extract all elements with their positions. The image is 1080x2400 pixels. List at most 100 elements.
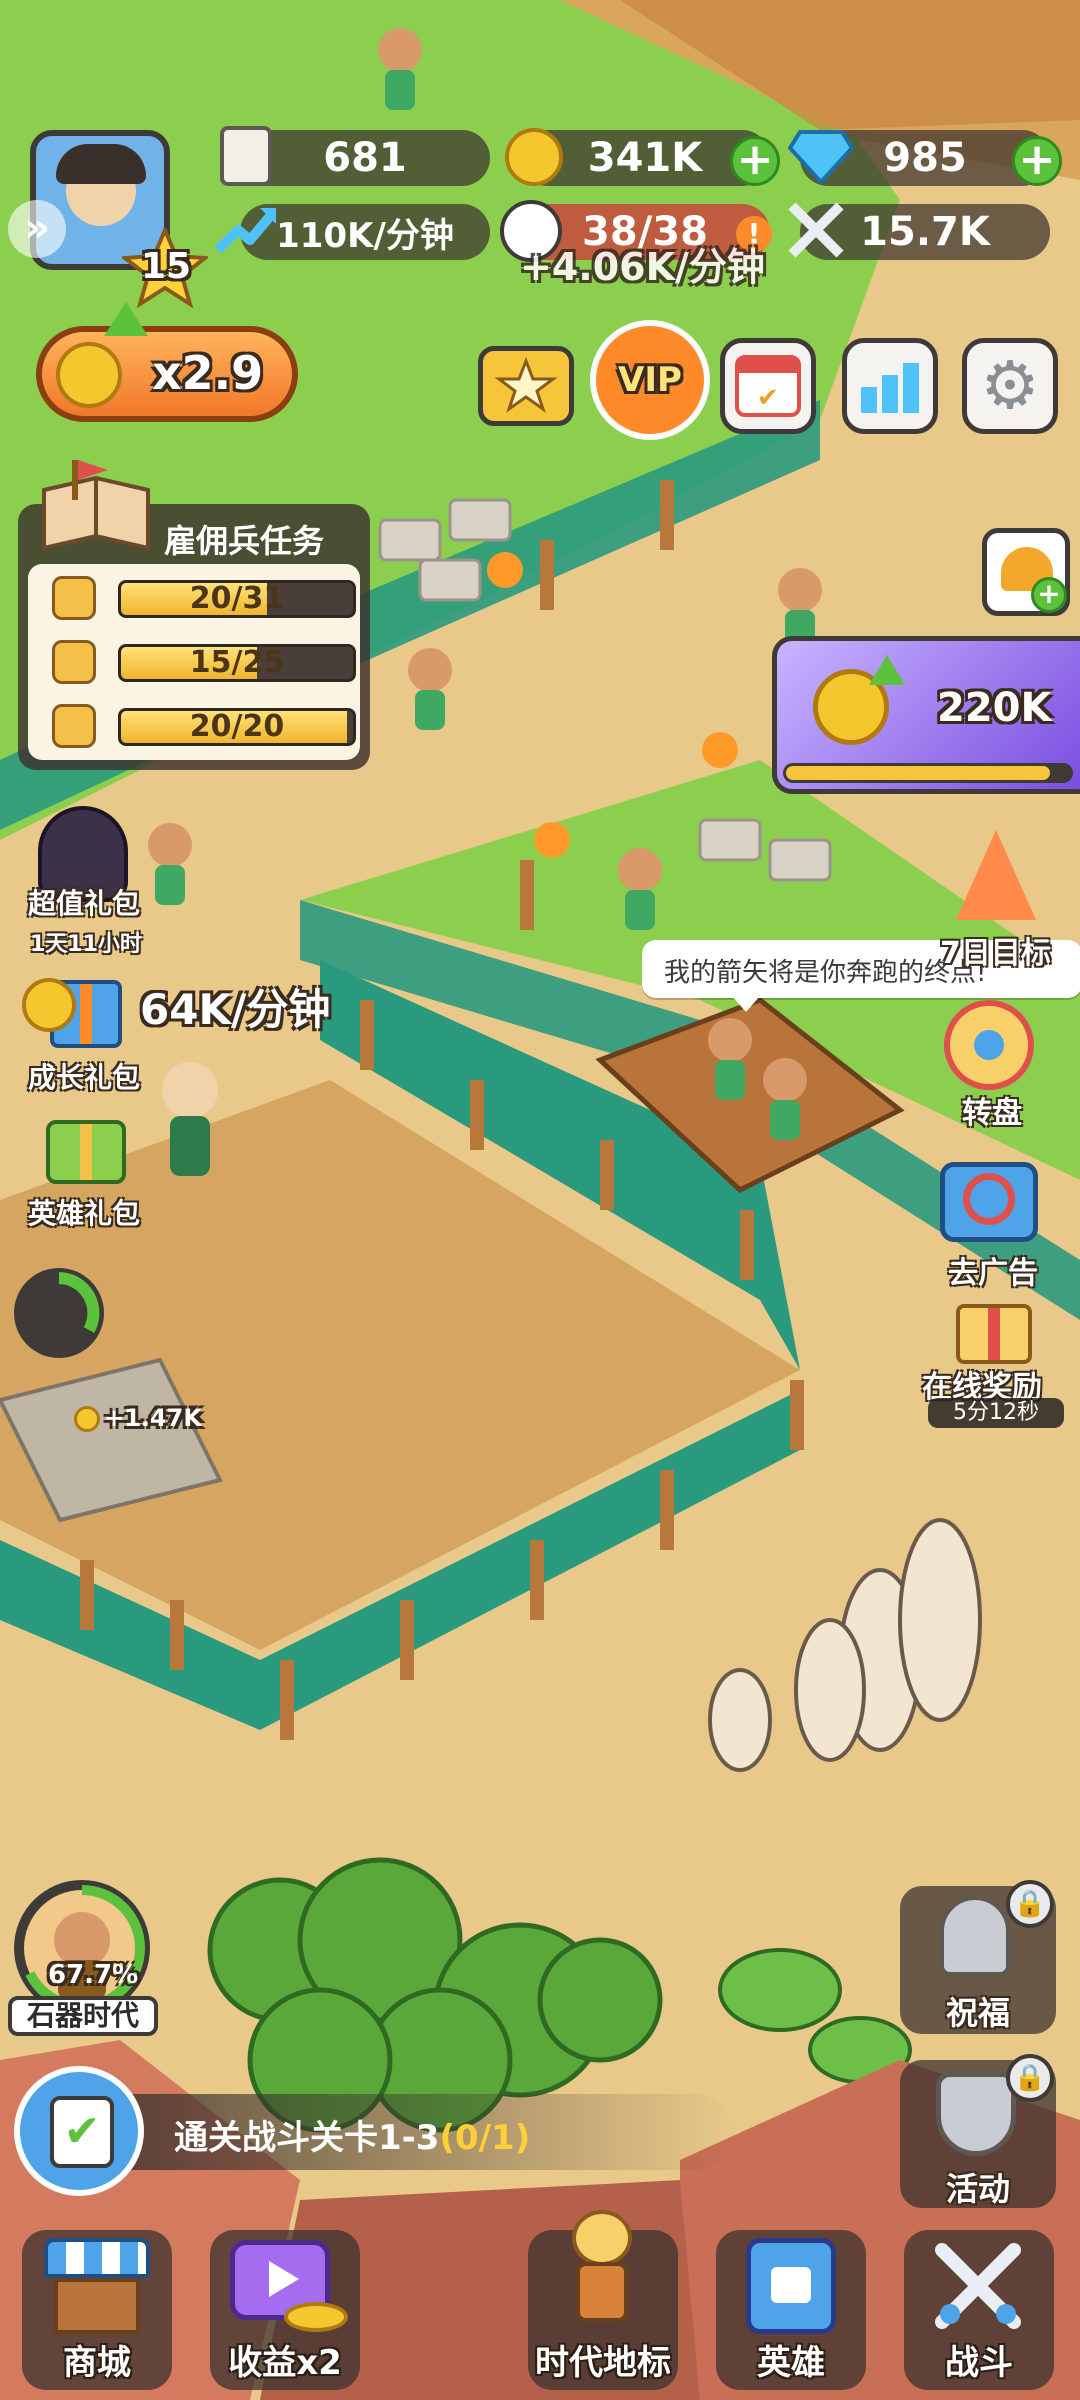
nav-shop-button[interactable]: 商城 [22, 2230, 172, 2390]
coin-offer-progress-bar [783, 763, 1073, 783]
blessing-label: 祝福 [945, 1994, 1010, 2032]
settings-button[interactable]: ⚙ [962, 338, 1058, 434]
no-ads-button[interactable]: 去广告 [926, 1154, 1056, 1291]
boost-arrow-icon [104, 302, 148, 336]
crossed-swords-icon [784, 198, 848, 262]
farm-coin-icon [22, 978, 76, 1032]
income-rate-value: 110K/分钟 [276, 215, 454, 256]
era-name: 石器时代 [8, 1996, 158, 2036]
bone-pillar-icon [220, 126, 272, 186]
quest-map-icon [38, 460, 158, 552]
mercenary-quest-panel[interactable]: 雇佣兵任务 20/31 15/25 20/20 [18, 460, 370, 770]
small-coin-icon [74, 1406, 100, 1432]
hero-helmet-button[interactable]: + [982, 528, 1070, 616]
bow-icon [52, 640, 96, 684]
landmark-icon [562, 2210, 642, 2330]
mission-text: 通关战斗关卡1-3 [174, 2118, 440, 2158]
quest-row: 20/31 [52, 576, 362, 620]
coin-offer-value: 220K [937, 685, 1052, 731]
quest-progress-text: 20/31 [189, 581, 285, 616]
era-progress-button[interactable]: 67.7% 石器时代 [8, 1880, 158, 2040]
calendar-icon: ✔ [735, 355, 801, 417]
gold-coin-icon [505, 128, 563, 186]
ranking-chart-icon [857, 359, 923, 413]
nav-hero-label: 英雄 [757, 2343, 825, 2383]
era-progress-text: 67.7% [48, 1960, 139, 1990]
gift-icon [956, 1304, 1032, 1364]
add-gems-button[interactable]: + [1012, 136, 1062, 186]
vip-label: VIP [618, 360, 682, 400]
quest-panel-title: 雇佣兵任务 [164, 522, 325, 560]
farm-rate-text: 64K/分钟 [140, 985, 331, 1034]
star-pass-button[interactable] [478, 346, 574, 426]
boost-multiplier: x2.9 [152, 346, 264, 400]
activity-shield-icon [936, 2072, 1016, 2156]
nav-battle-label: 战斗 [945, 2343, 1013, 2383]
build-progress-ring[interactable] [14, 1268, 104, 1358]
online-reward-button[interactable]: 在线奖励 5分12秒 [916, 1300, 1080, 1430]
wheel-button[interactable]: 转盘 [926, 996, 1056, 1131]
nav-landmark-button[interactable]: 时代地标 [528, 2210, 678, 2390]
trend-up-icon [214, 200, 278, 260]
coin-offer-arrow-icon [869, 655, 905, 685]
party-hat-icon [956, 830, 1036, 920]
coin-stack-icon [284, 2302, 348, 2332]
income-boost-button[interactable]: x2.9 [36, 302, 298, 422]
gems-value: 985 [883, 135, 967, 181]
calendar-button[interactable]: ✔ [720, 338, 816, 434]
blessing-button[interactable]: 🔒 祝福 [900, 1880, 1056, 2034]
hero-pack-button[interactable]: 英雄礼包 [20, 1116, 150, 1230]
nav-battle-button[interactable]: 战斗 [904, 2230, 1054, 2390]
coin-popup-text: +1.47K [104, 1404, 202, 1432]
no-ads-label: 去广告 [948, 1256, 1038, 1291]
bones-value: 681 [323, 135, 407, 181]
quest-progress-text: 15/25 [189, 645, 285, 680]
blessing-statue-icon [940, 1896, 1010, 1976]
mission-bar[interactable]: ✔ 通关战斗关卡1-3(0/1) [14, 2066, 734, 2196]
expand-arrow-icon[interactable]: » [8, 200, 66, 258]
diamond-icon [787, 126, 855, 186]
player-level: 15 [140, 246, 192, 287]
wheel-label: 转盘 [962, 1096, 1022, 1131]
boost-coin-icon [56, 342, 122, 408]
quest-progress-bar: 20/31 [118, 580, 356, 618]
quest-progress-text: 20/20 [189, 709, 285, 744]
hero-card-icon [746, 2238, 836, 2334]
online-reward-timer: 5分12秒 [928, 1398, 1064, 1428]
nav-hero-button[interactable]: 英雄 [716, 2230, 866, 2390]
nav-double-income-button[interactable]: 收益x2 [210, 2230, 360, 2390]
seven-day-goal-button[interactable]: 7日目标 [920, 826, 1080, 971]
wheel-icon [944, 1000, 1034, 1090]
value-pack-label: 超值礼包 [28, 887, 141, 920]
nav-shop-label: 商城 [63, 2343, 131, 2383]
coin-offer-panel[interactable]: 220K [772, 636, 1080, 794]
mission-check-icon: ✔ [14, 2066, 144, 2196]
ranking-button[interactable] [842, 338, 938, 434]
bones-counter: 681 [240, 130, 490, 186]
helmet-plus-icon: + [1031, 577, 1067, 613]
value-pack-timer: 1天11小时 [30, 932, 142, 957]
floating-income-text: +4.06K/分钟 [520, 245, 765, 289]
quest-row: 15/25 [52, 640, 362, 684]
add-gold-button[interactable]: + [730, 136, 780, 186]
mission-count: (0/1) [439, 2118, 531, 2158]
crossed-swords-icon [928, 2236, 1028, 2336]
quest-progress-bar: 20/20 [118, 708, 356, 746]
seven-day-goal-label: 7日目标 [940, 936, 1051, 971]
coin-offer-progress-fill [786, 766, 1051, 780]
lock-icon: 🔒 [1006, 2054, 1054, 2102]
value-pack-button[interactable]: 超值礼包 1天11小时 [20, 806, 150, 957]
activity-button[interactable]: 🔒 活动 [900, 2054, 1056, 2208]
nav-landmark-label: 时代地标 [535, 2343, 671, 2383]
quest-progress-bar: 15/25 [118, 644, 356, 682]
quest-row: 20/20 [52, 704, 362, 748]
gear-icon: ⚙ [980, 347, 1040, 424]
vip-button[interactable]: VIP [590, 320, 710, 440]
gold-value: 341K [587, 135, 703, 181]
lock-icon: 🔒 [1006, 1880, 1054, 1928]
sword-icon [52, 576, 96, 620]
nav-double-income-label: 收益x2 [228, 2343, 342, 2383]
shop-icon [44, 2238, 150, 2334]
hero-pack-label: 英雄礼包 [28, 1197, 141, 1230]
mission-text-row: 通关战斗关卡1-3(0/1) [174, 2110, 530, 2159]
